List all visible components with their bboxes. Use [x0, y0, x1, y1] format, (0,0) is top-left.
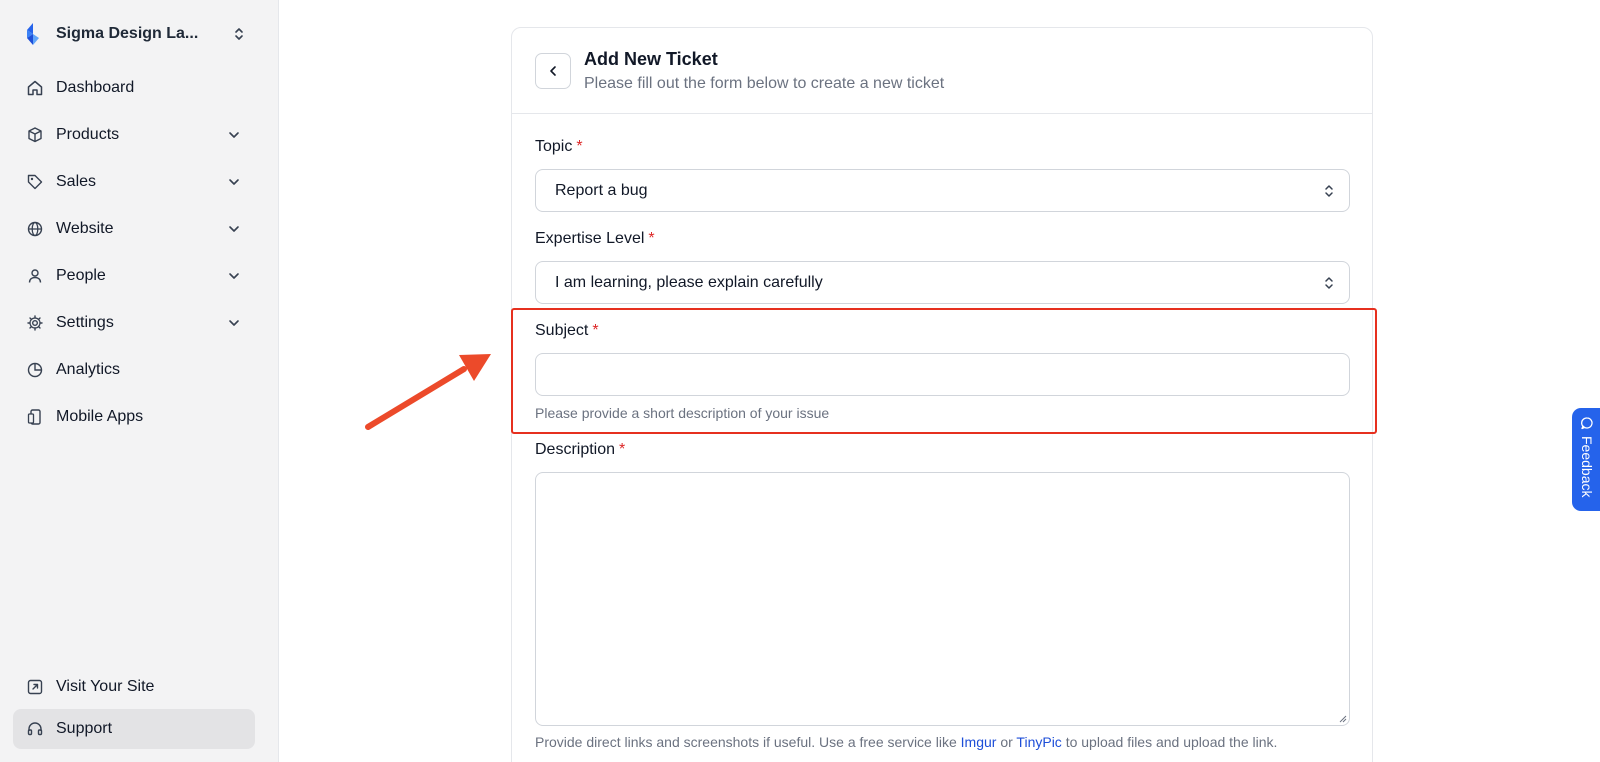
tag-icon	[26, 173, 44, 191]
sidebar-item-label: Dashboard	[56, 79, 135, 96]
subject-highlight-box	[511, 308, 1377, 434]
sidebar-item-dashboard[interactable]: Dashboard	[13, 68, 255, 108]
description-label: Description *	[535, 441, 625, 459]
sidebar: Sigma Design La... Dashboard Products Sa…	[0, 0, 279, 762]
expertise-label: Expertise Level *	[535, 230, 655, 248]
sidebar-item-analytics[interactable]: Analytics	[13, 350, 255, 390]
description-help-prefix: Provide direct links and screenshots if …	[535, 734, 961, 750]
headset-icon	[26, 720, 44, 738]
chat-bubble-icon	[1581, 417, 1593, 430]
expertise-value: I am learning, please explain carefully	[555, 273, 823, 291]
page-title: Add New Ticket	[584, 49, 718, 69]
pie-chart-icon	[26, 361, 44, 379]
chevron-up-down-icon	[235, 28, 243, 40]
expertise-select[interactable]: I am learning, please explain carefully	[535, 261, 1350, 304]
globe-icon	[26, 220, 44, 238]
mobile-icon	[26, 408, 44, 426]
sidebar-item-people[interactable]: People	[13, 256, 255, 296]
description-label-text: Description	[535, 441, 616, 458]
chevron-down-icon	[229, 320, 239, 326]
sidebar-item-mobile-apps[interactable]: Mobile Apps	[13, 397, 255, 437]
sidebar-item-visit-site[interactable]: Visit Your Site	[13, 667, 255, 707]
user-icon	[26, 267, 44, 285]
description-textarea[interactable]	[535, 472, 1350, 726]
required-marker: *	[576, 138, 583, 155]
external-link-icon	[26, 678, 44, 696]
gear-icon	[26, 314, 44, 332]
sidebar-item-settings[interactable]: Settings	[13, 303, 255, 343]
description-help-suffix: to upload files and upload the link.	[1061, 734, 1278, 750]
topic-label: Topic *	[535, 138, 583, 156]
workspace-switcher[interactable]: Sigma Design La...	[24, 20, 246, 48]
chevron-down-icon	[229, 132, 239, 138]
chevron-down-icon	[229, 179, 239, 185]
sidebar-item-label: Sales	[56, 173, 97, 190]
page-subtitle: Please fill out the form below to create…	[584, 75, 945, 92]
resize-handle-icon[interactable]	[1338, 714, 1347, 723]
box-icon	[26, 126, 44, 144]
feedback-label: Feedback	[1579, 436, 1595, 498]
chevron-down-icon	[229, 273, 239, 279]
sidebar-item-label: Visit Your Site	[56, 678, 155, 695]
required-marker: *	[619, 441, 626, 458]
sidebar-footer: Visit Your Site Support	[13, 667, 255, 751]
sidebar-item-label: Mobile Apps	[56, 408, 144, 425]
sidebar-item-label: Analytics	[56, 361, 121, 378]
expertise-label-text: Expertise Level	[535, 230, 645, 247]
card-header: Add New Ticket Please fill out the form …	[512, 28, 1372, 114]
logo-icon	[27, 23, 39, 45]
sidebar-nav: Dashboard Products Sales Website People …	[13, 68, 255, 444]
description-help-or: or	[996, 734, 1017, 750]
sidebar-item-sales[interactable]: Sales	[13, 162, 255, 202]
sidebar-item-support[interactable]: Support	[13, 709, 255, 749]
chevron-down-icon	[229, 226, 239, 232]
required-marker: *	[648, 230, 655, 247]
annotation-arrow-icon	[365, 354, 491, 430]
sidebar-item-label: Website	[56, 220, 114, 237]
chevron-left-icon	[550, 66, 556, 76]
topic-label-text: Topic	[535, 138, 573, 155]
sidebar-item-label: Settings	[56, 314, 114, 331]
chevron-up-down-icon	[1325, 276, 1333, 289]
description-help-text: Provide direct links and screenshots if …	[535, 734, 1277, 750]
sidebar-item-label: People	[56, 267, 106, 284]
sidebar-item-website[interactable]: Website	[13, 209, 255, 249]
topic-value: Report a bug	[555, 181, 648, 199]
sidebar-item-label: Support	[56, 720, 113, 737]
workspace-name: Sigma Design La...	[56, 25, 199, 42]
chevron-up-down-icon	[1325, 184, 1333, 197]
topic-select[interactable]: Report a bug	[535, 169, 1350, 212]
back-button[interactable]	[535, 53, 571, 89]
home-icon	[26, 79, 44, 97]
sidebar-item-products[interactable]: Products	[13, 115, 255, 155]
feedback-tab[interactable]: Feedback	[1572, 408, 1600, 511]
sidebar-item-label: Products	[56, 126, 120, 143]
imgur-link[interactable]: Imgur	[961, 734, 997, 750]
tinypic-link[interactable]: TinyPic	[1016, 734, 1061, 750]
